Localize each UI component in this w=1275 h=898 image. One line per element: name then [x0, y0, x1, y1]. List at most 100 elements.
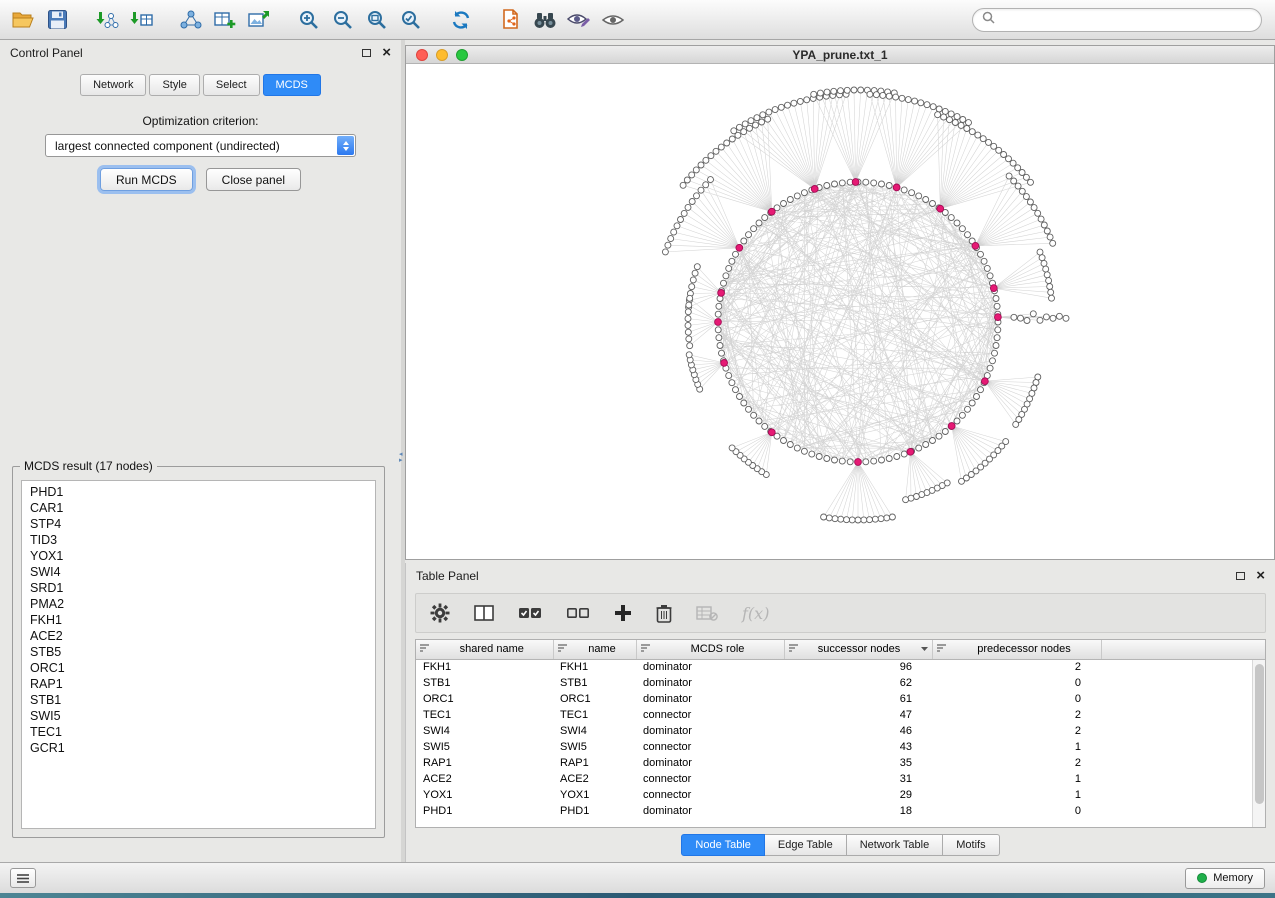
minimize-window-icon[interactable]: [436, 49, 448, 61]
mcds-result-group: MCDS result (17 nodes) PHD1CAR1STP4TID3Y…: [12, 466, 385, 838]
table-row[interactable]: SWI4SWI4dominator462: [416, 723, 1265, 739]
tab-mcds[interactable]: MCDS: [263, 74, 321, 96]
run-mcds-button[interactable]: Run MCDS: [100, 168, 193, 191]
eye-icon[interactable]: [596, 4, 630, 36]
zoom-in-icon[interactable]: [292, 4, 326, 36]
document-share-icon[interactable]: [494, 4, 528, 36]
mcds-result-title: MCDS result (17 nodes): [20, 459, 157, 473]
tab-network[interactable]: Network: [80, 74, 146, 96]
import-table-icon[interactable]: [124, 4, 158, 36]
mcds-result-item[interactable]: PHD1: [22, 484, 375, 500]
mcds-result-item[interactable]: PMA2: [22, 596, 375, 612]
control-panel-tabs: NetworkStyleSelectMCDS: [0, 74, 401, 96]
column-header-predecessor-nodes[interactable]: predecessor nodes: [932, 640, 1101, 659]
deselect-all-icon[interactable]: [566, 605, 590, 621]
tab-motifs[interactable]: Motifs: [943, 834, 999, 856]
node-table: shared namenameMCDS rolesuccessor nodesp…: [415, 639, 1266, 828]
column-header-shared-name[interactable]: shared name: [416, 640, 553, 659]
sort-icon: [419, 643, 430, 656]
splitter-arrows-icon[interactable]: ◂▸: [399, 452, 403, 464]
close-panel-icon[interactable]: ×: [382, 47, 391, 59]
select-all-icon[interactable]: [518, 605, 542, 621]
window-traffic-lights: [416, 49, 468, 61]
search-icon: [982, 11, 995, 29]
zoom-out-icon[interactable]: [326, 4, 360, 36]
zoom-selected-icon[interactable]: [394, 4, 428, 36]
maximize-window-icon[interactable]: [456, 49, 468, 61]
column-header-successor-nodes[interactable]: successor nodes: [784, 640, 932, 659]
show-columns-icon[interactable]: [474, 605, 494, 621]
sort-icon: [788, 643, 799, 656]
gear-icon[interactable]: [430, 603, 450, 623]
tab-edge-table[interactable]: Edge Table: [765, 834, 847, 856]
refresh-icon[interactable]: [444, 4, 478, 36]
add-column-icon[interactable]: [614, 604, 632, 622]
sort-icon: [936, 643, 947, 656]
import-network-icon[interactable]: [90, 4, 124, 36]
close-window-icon[interactable]: [416, 49, 428, 61]
network-canvas[interactable]: [406, 64, 1274, 560]
mcds-result-item[interactable]: STB5: [22, 644, 375, 660]
network-window-titlebar[interactable]: YPA_prune.txt_1: [406, 46, 1274, 64]
criterion-dropdown[interactable]: largest connected component (undirected): [45, 134, 356, 157]
table-row[interactable]: FKH1FKH1dominator962: [416, 659, 1265, 675]
open-folder-icon[interactable]: [6, 4, 40, 36]
table-scrollbar[interactable]: [1252, 660, 1265, 827]
mcds-result-item[interactable]: SRD1: [22, 580, 375, 596]
float-table-panel-icon[interactable]: [1236, 572, 1245, 580]
show-details-eye-icon[interactable]: [562, 4, 596, 36]
delete-table-icon-disabled: [696, 605, 718, 621]
table-row[interactable]: ACE2ACE2connector311: [416, 771, 1265, 787]
column-header-name[interactable]: name: [553, 640, 636, 659]
mcds-result-list[interactable]: PHD1CAR1STP4TID3YOX1SWI4SRD1PMA2FKH1ACE2…: [21, 480, 376, 829]
binoculars-icon[interactable]: [528, 4, 562, 36]
zoom-fit-icon[interactable]: [360, 4, 394, 36]
chevron-down-icon: [920, 643, 929, 655]
delete-column-icon[interactable]: [656, 604, 672, 623]
mcds-result-item[interactable]: SWI4: [22, 564, 375, 580]
search-box[interactable]: [972, 8, 1262, 32]
mcds-result-item[interactable]: TEC1: [22, 724, 375, 740]
table-row[interactable]: SWI5SWI5connector431: [416, 739, 1265, 755]
mcds-result-item[interactable]: CAR1: [22, 500, 375, 516]
close-table-panel-icon[interactable]: ×: [1256, 570, 1265, 582]
image-export-icon[interactable]: [242, 4, 276, 36]
close-panel-button[interactable]: Close panel: [206, 168, 301, 191]
table-panel-tabs: Node TableEdge TableNetwork TableMotifs: [406, 834, 1275, 856]
mcds-result-item[interactable]: SWI5: [22, 708, 375, 724]
float-panel-icon[interactable]: [362, 49, 371, 57]
table-row[interactable]: TEC1TEC1connector472: [416, 707, 1265, 723]
search-input[interactable]: [1001, 13, 1252, 27]
scrollbar-thumb[interactable]: [1255, 664, 1264, 804]
network-title: YPA_prune.txt_1: [792, 48, 887, 62]
criterion-value: largest connected component (undirected): [55, 139, 280, 153]
mcds-result-item[interactable]: FKH1: [22, 612, 375, 628]
control-panel: Control Panel × NetworkStyleSelectMCDS O…: [0, 40, 401, 862]
table-row[interactable]: STB1STB1dominator620: [416, 675, 1265, 691]
save-icon[interactable]: [40, 4, 74, 36]
table-row[interactable]: RAP1RAP1dominator352: [416, 755, 1265, 771]
main-toolbar: [0, 0, 1275, 40]
mcds-result-item[interactable]: STP4: [22, 516, 375, 532]
mcds-result-item[interactable]: TID3: [22, 532, 375, 548]
mcds-result-item[interactable]: ORC1: [22, 660, 375, 676]
mcds-result-item[interactable]: GCR1: [22, 740, 375, 756]
table-row[interactable]: ORC1ORC1dominator610: [416, 691, 1265, 707]
table-toolbar: f(x): [415, 593, 1266, 633]
mcds-result-item[interactable]: RAP1: [22, 676, 375, 692]
tab-select[interactable]: Select: [203, 74, 260, 96]
memory-button[interactable]: Memory: [1185, 868, 1265, 889]
table-row[interactable]: YOX1YOX1connector291: [416, 787, 1265, 803]
column-header-MCDS-role[interactable]: MCDS role: [636, 640, 784, 659]
table-row[interactable]: PHD1PHD1dominator180: [416, 803, 1265, 819]
application-window: Control Panel × NetworkStyleSelectMCDS O…: [0, 0, 1275, 898]
tab-node-table[interactable]: Node Table: [681, 834, 764, 856]
mcds-result-item[interactable]: ACE2: [22, 628, 375, 644]
tab-style[interactable]: Style: [149, 74, 199, 96]
tab-network-table[interactable]: Network Table: [847, 834, 944, 856]
network-graph-icon[interactable]: [174, 4, 208, 36]
mcds-result-item[interactable]: STB1: [22, 692, 375, 708]
table-add-icon[interactable]: [208, 4, 242, 36]
mcds-result-item[interactable]: YOX1: [22, 548, 375, 564]
task-history-button[interactable]: [10, 868, 36, 888]
